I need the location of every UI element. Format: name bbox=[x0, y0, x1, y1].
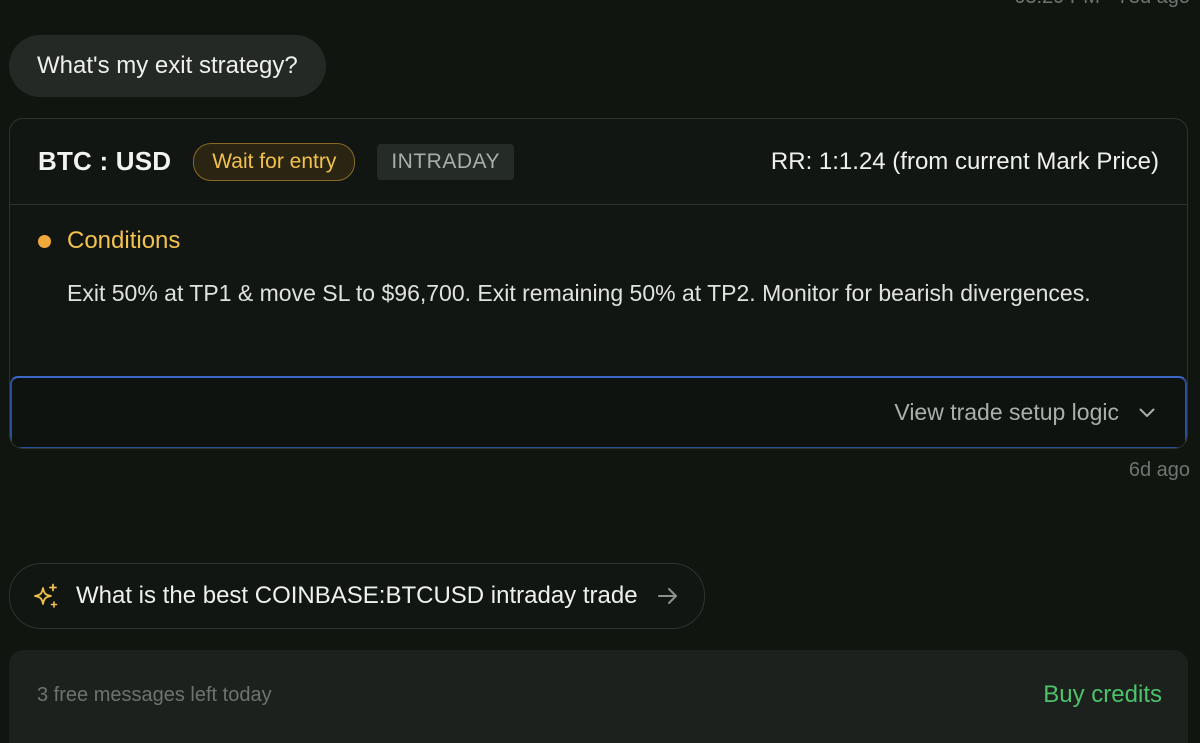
suggested-prompt-text: What is the best COINBASE:BTCUSD intrada… bbox=[76, 582, 638, 609]
conditions-heading: Conditions bbox=[38, 227, 1147, 255]
chevron-down-icon bbox=[1137, 403, 1157, 423]
message-composer: 3 free messages left today Buy credits bbox=[9, 650, 1188, 743]
buy-credits-link[interactable]: Buy credits bbox=[1043, 681, 1162, 709]
view-trade-setup-logic-button[interactable]: View trade setup logic bbox=[10, 376, 1187, 448]
trading-pair: BTC : USD bbox=[38, 146, 172, 176]
arrow-right-icon bbox=[656, 584, 680, 608]
conditions-text: Exit 50% at TP1 & move SL to $96,700. Ex… bbox=[67, 280, 1091, 306]
conditions-title: Conditions bbox=[67, 227, 181, 254]
status-dot-icon bbox=[38, 234, 51, 248]
timeframe-badge: INTRADAY bbox=[377, 143, 514, 180]
sparkle-icon bbox=[32, 582, 60, 610]
risk-reward-ratio: RR: 1:1.24 (from current Mark Price) bbox=[770, 147, 1159, 175]
suggested-prompt-chip[interactable]: What is the best COINBASE:BTCUSD intrada… bbox=[9, 563, 705, 629]
user-message-bubble: What's my exit strategy? bbox=[9, 35, 326, 97]
trade-card: BTC : USD Wait for entry INTRADAY RR: 1:… bbox=[9, 118, 1188, 449]
user-message-text: What's my exit strategy? bbox=[37, 52, 298, 79]
free-messages-count: 3 free messages left today bbox=[37, 684, 272, 706]
setup-toggle-label: View trade setup logic bbox=[894, 399, 1119, 425]
message-timestamp: 03:29 PM · 73d ago bbox=[1014, 0, 1190, 9]
card-timestamp: 6d ago bbox=[1128, 459, 1190, 481]
trade-card-header: BTC : USD Wait for entry INTRADAY RR: 1:… bbox=[10, 119, 1187, 205]
chat-view: 03:29 PM · 73d ago What's my exit strate… bbox=[0, 0, 1200, 743]
status-badge: Wait for entry bbox=[193, 142, 356, 181]
conditions-section: Conditions Exit 50% at TP1 & move SL to … bbox=[38, 227, 1147, 313]
